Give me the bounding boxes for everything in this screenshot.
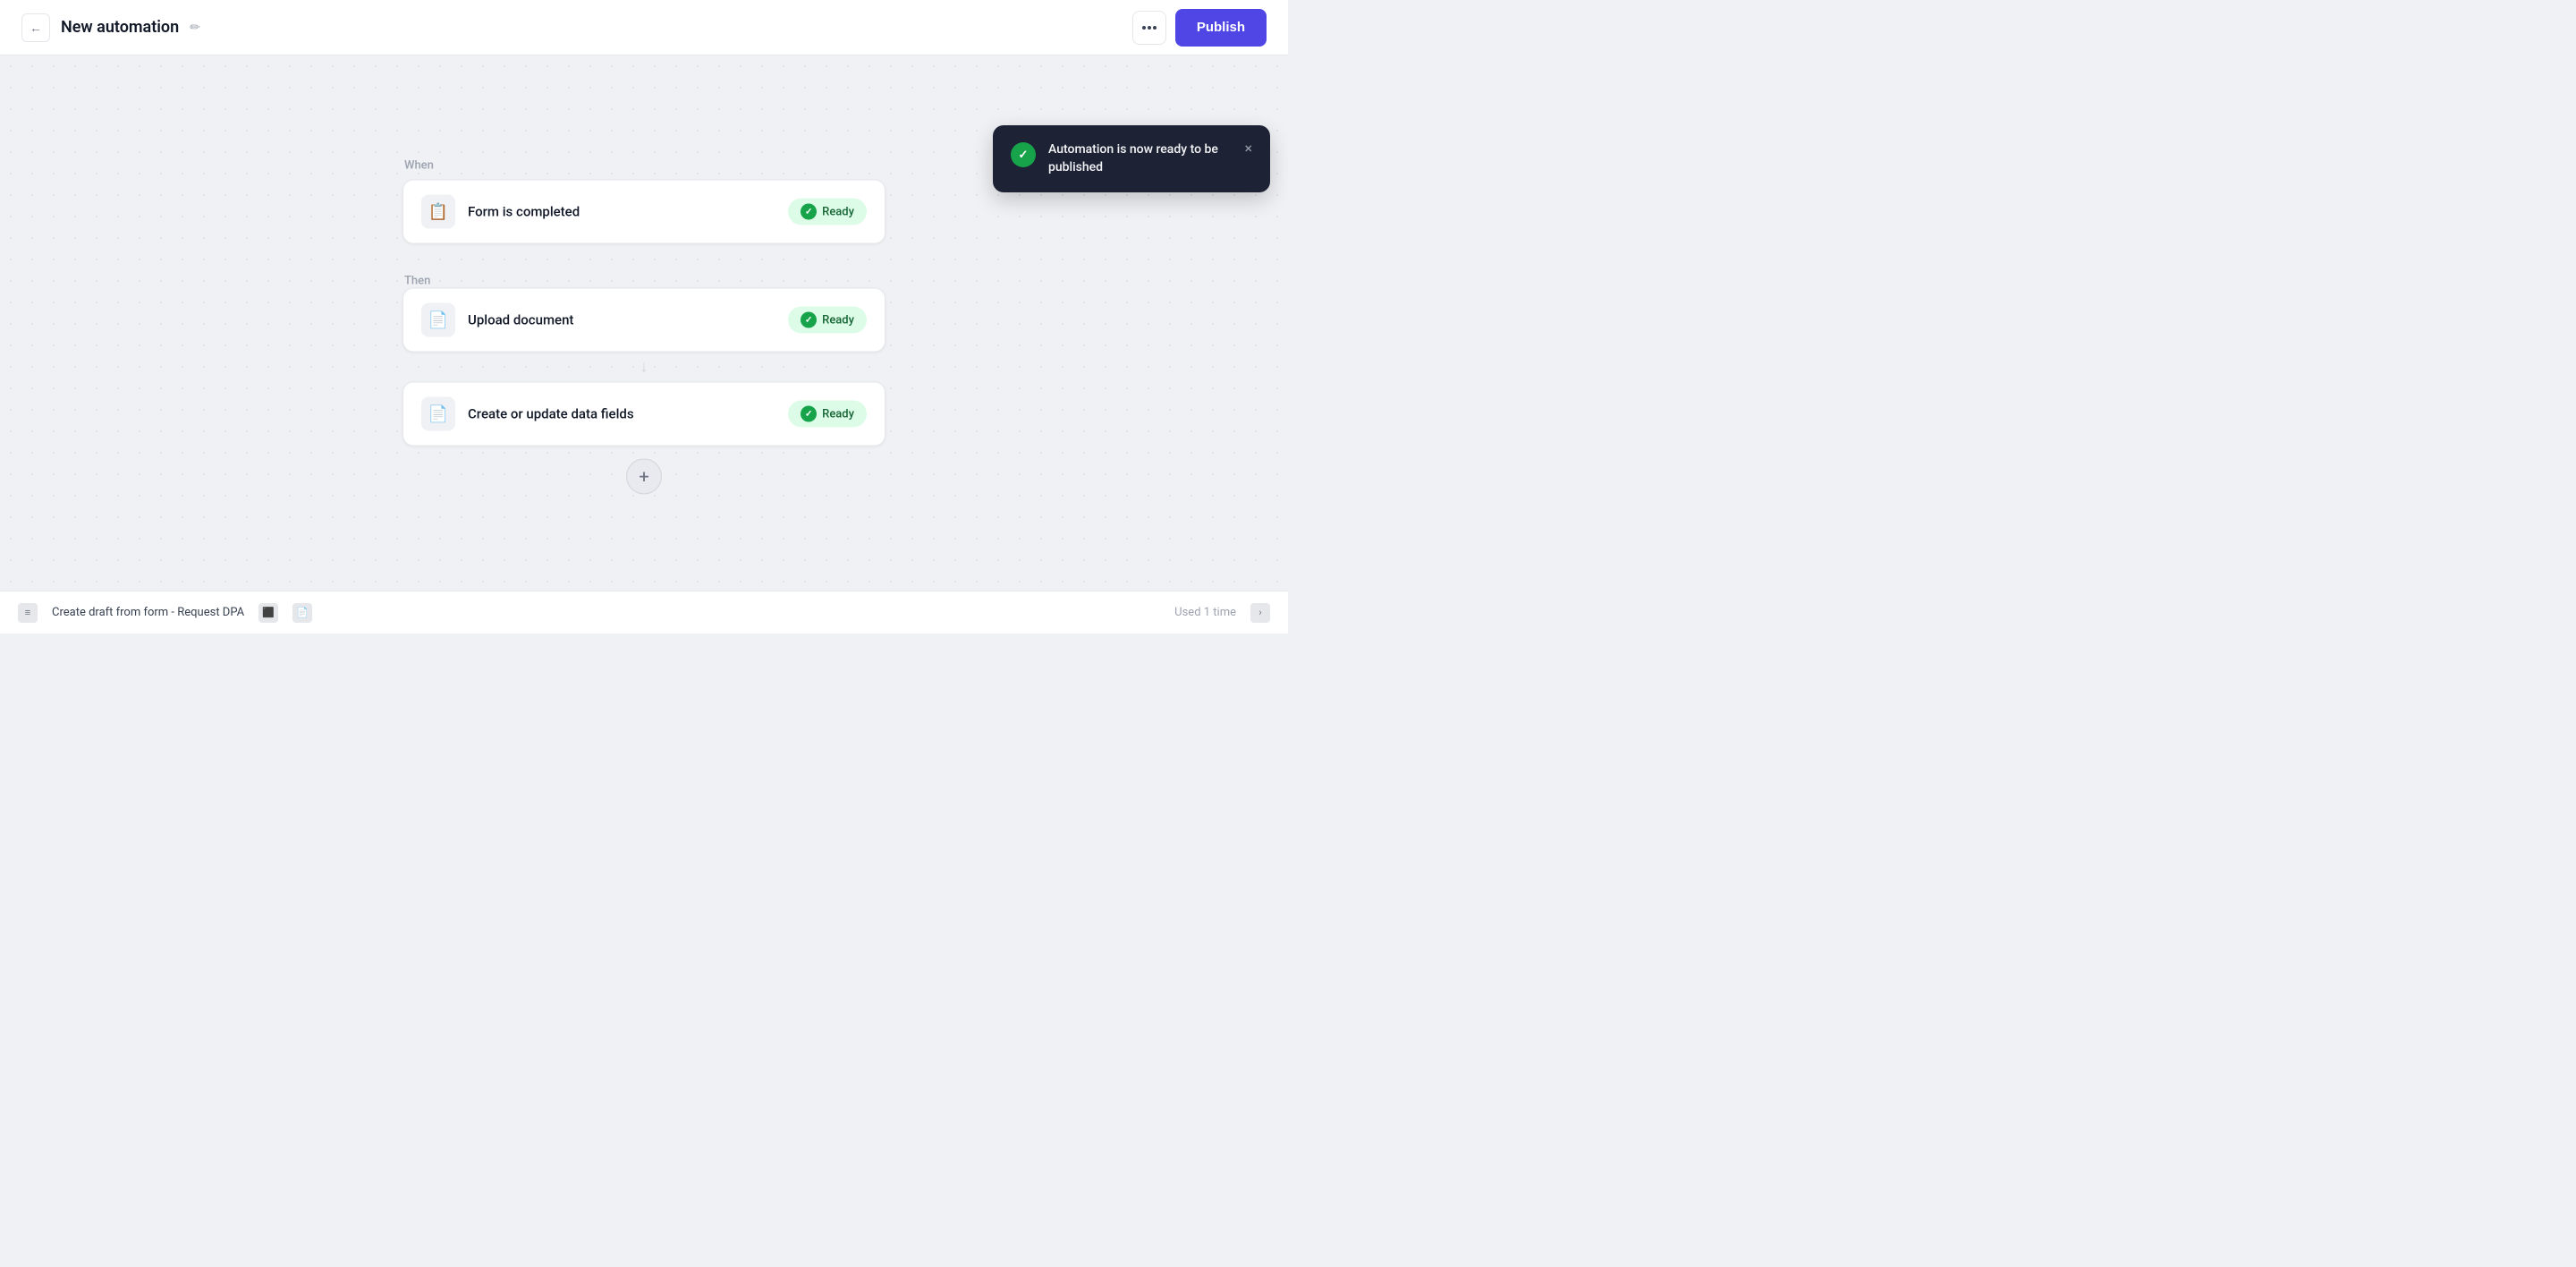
- create-status: Ready: [822, 407, 854, 421]
- form-label: Form is completed: [468, 204, 580, 220]
- when-label: When: [404, 159, 434, 173]
- toast-check-icon: ✓: [1011, 142, 1036, 167]
- step-form-completed[interactable]: 📋 Form is completed ✓ Ready: [402, 180, 886, 244]
- header-left: ← New automation ✏: [21, 13, 200, 42]
- create-label: Create or update data fields: [468, 406, 634, 422]
- create-ready-badge: ✓ Ready: [788, 401, 867, 428]
- edit-icon[interactable]: ✏: [190, 21, 200, 35]
- toast-notification: ✓ Automation is now ready to be publishe…: [993, 125, 1270, 192]
- bottom-used: Used 1 time: [1174, 606, 1236, 619]
- upload-ready-badge: ✓ Ready: [788, 307, 867, 334]
- step-create-update[interactable]: 📄 Create or update data fields ✓ Ready: [402, 382, 886, 446]
- publish-button[interactable]: Publish: [1175, 9, 1267, 47]
- canvas: When 📋 Form is completed ✓ Ready Then 📄 …: [0, 55, 1288, 634]
- bottom-arrow-icon[interactable]: ›: [1250, 603, 1270, 623]
- back-icon: ←: [30, 21, 42, 35]
- back-button[interactable]: ←: [21, 13, 50, 42]
- upload-check-icon: ✓: [801, 312, 817, 328]
- header: ← New automation ✏ Publish: [0, 0, 1288, 55]
- add-step-button[interactable]: +: [626, 459, 662, 495]
- bottom-bar: ≡ Create draft from form - Request DPA ⬛…: [0, 591, 1288, 634]
- step-left: 📋 Form is completed: [421, 195, 580, 229]
- bottom-item-text: Create draft from form - Request DPA: [52, 606, 244, 619]
- then-section: Then 📄 Upload document ✓ Ready ↓ 📄 Creat…: [402, 271, 886, 446]
- form-icon: 📋: [421, 195, 455, 229]
- page-title: New automation: [61, 18, 179, 37]
- then-label: Then: [404, 275, 430, 288]
- upload-icon: 📄: [421, 303, 455, 337]
- header-right: Publish: [1132, 9, 1267, 47]
- bottom-title: Create draft from form - Request DPA: [52, 606, 244, 619]
- create-check-icon: ✓: [801, 406, 817, 422]
- flow-container: When 📋 Form is completed ✓ Ready Then 📄 …: [402, 159, 886, 495]
- bottom-square-icon: ⬛: [258, 603, 278, 623]
- toast-message: Automation is now ready to be published: [1048, 141, 1232, 176]
- more-button[interactable]: [1132, 11, 1166, 45]
- toast-close-button[interactable]: ×: [1244, 140, 1252, 157]
- form-status: Ready: [822, 205, 854, 218]
- bottom-file-icon: 📄: [292, 603, 312, 623]
- form-ready-badge: ✓ Ready: [788, 199, 867, 225]
- doc-icon: ≡: [25, 607, 30, 618]
- upload-status: Ready: [822, 313, 854, 327]
- create-icon: 📄: [421, 397, 455, 431]
- more-icon: [1142, 26, 1157, 30]
- step-left-3: 📄 Create or update data fields: [421, 397, 634, 431]
- bottom-doc-icon: ≡: [18, 603, 38, 623]
- connector-arrow: ↓: [402, 353, 886, 382]
- step-left-2: 📄 Upload document: [421, 303, 573, 337]
- step-upload-document[interactable]: 📄 Upload document ✓ Ready: [402, 288, 886, 353]
- form-check-icon: ✓: [801, 204, 817, 220]
- upload-label: Upload document: [468, 312, 573, 328]
